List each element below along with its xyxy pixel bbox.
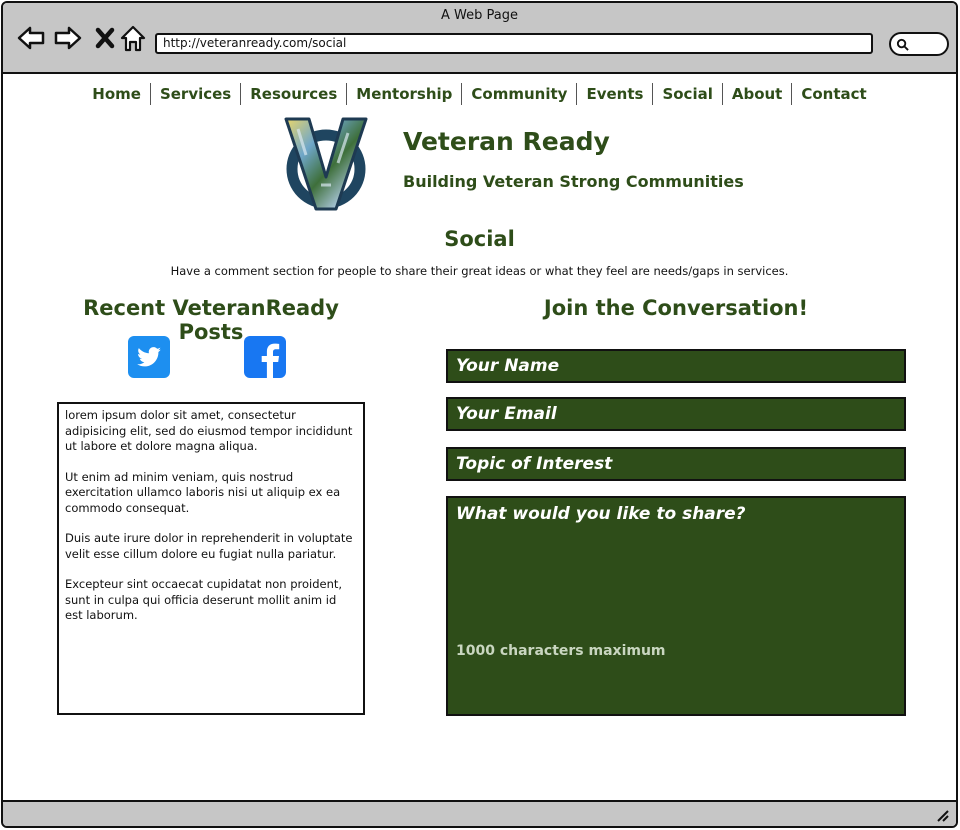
address-bar[interactable]: http://veteranready.com/social: [155, 33, 873, 54]
brand-subtitle: Building Veteran Strong Communities: [403, 172, 744, 191]
stop-x-icon[interactable]: [91, 23, 121, 53]
home-icon[interactable]: [118, 23, 148, 53]
page-description: Have a comment section for people to sha…: [170, 264, 789, 278]
post-text: Ut enim ad minim veniam, quis nostrud ex…: [65, 469, 341, 515]
nav-community[interactable]: Community: [461, 83, 576, 105]
nav-events[interactable]: Events: [576, 83, 652, 105]
browser-window: A Web Page http://veteranready.com/socia…: [1, 1, 958, 828]
nav-mentorship[interactable]: Mentorship: [346, 83, 461, 105]
nav-services[interactable]: Services: [149, 83, 240, 105]
recent-posts-box[interactable]: lorem ipsum dolor sit amet, consectetur …: [57, 402, 365, 715]
window-title: A Web Page: [441, 8, 518, 23]
nav-resources[interactable]: Resources: [240, 83, 346, 105]
post-text: Excepteur sint occaecat cupidatat non pr…: [65, 577, 343, 622]
page-title: Social: [444, 227, 515, 251]
post-text: Duis aute irure dolor in reprehenderit i…: [65, 531, 353, 561]
main-nav: Home Services Resources Mentorship Commu…: [3, 83, 956, 105]
browser-search-box[interactable]: [889, 32, 949, 56]
message-character-limit: 1000 characters maximum: [456, 643, 666, 659]
search-icon: [896, 38, 909, 51]
facebook-icon[interactable]: [244, 336, 286, 378]
nav-about[interactable]: About: [721, 83, 792, 105]
join-conversation-heading: Join the Conversation!: [543, 296, 809, 320]
back-arrow-icon[interactable]: [16, 23, 46, 53]
brand-title: Veteran Ready: [403, 127, 610, 156]
recent-posts-heading: Recent VeteranReady Posts: [83, 296, 339, 344]
status-bar: [3, 800, 956, 826]
topic-input[interactable]: [446, 447, 906, 481]
message-textarea[interactable]: [446, 496, 906, 716]
browser-chrome: A Web Page http://veteranready.com/socia…: [3, 3, 956, 74]
email-input[interactable]: [446, 397, 906, 431]
twitter-icon[interactable]: [128, 336, 170, 378]
nav-home[interactable]: Home: [83, 83, 150, 105]
forward-arrow-icon[interactable]: [53, 23, 83, 53]
post-text: lorem ipsum dolor sit amet, consectetur …: [65, 408, 353, 453]
name-input[interactable]: [446, 349, 906, 383]
veteran-ready-logo[interactable]: [276, 115, 376, 215]
nav-social[interactable]: Social: [652, 83, 721, 105]
nav-contact[interactable]: Contact: [791, 83, 875, 105]
resize-grip-icon[interactable]: [934, 807, 950, 823]
